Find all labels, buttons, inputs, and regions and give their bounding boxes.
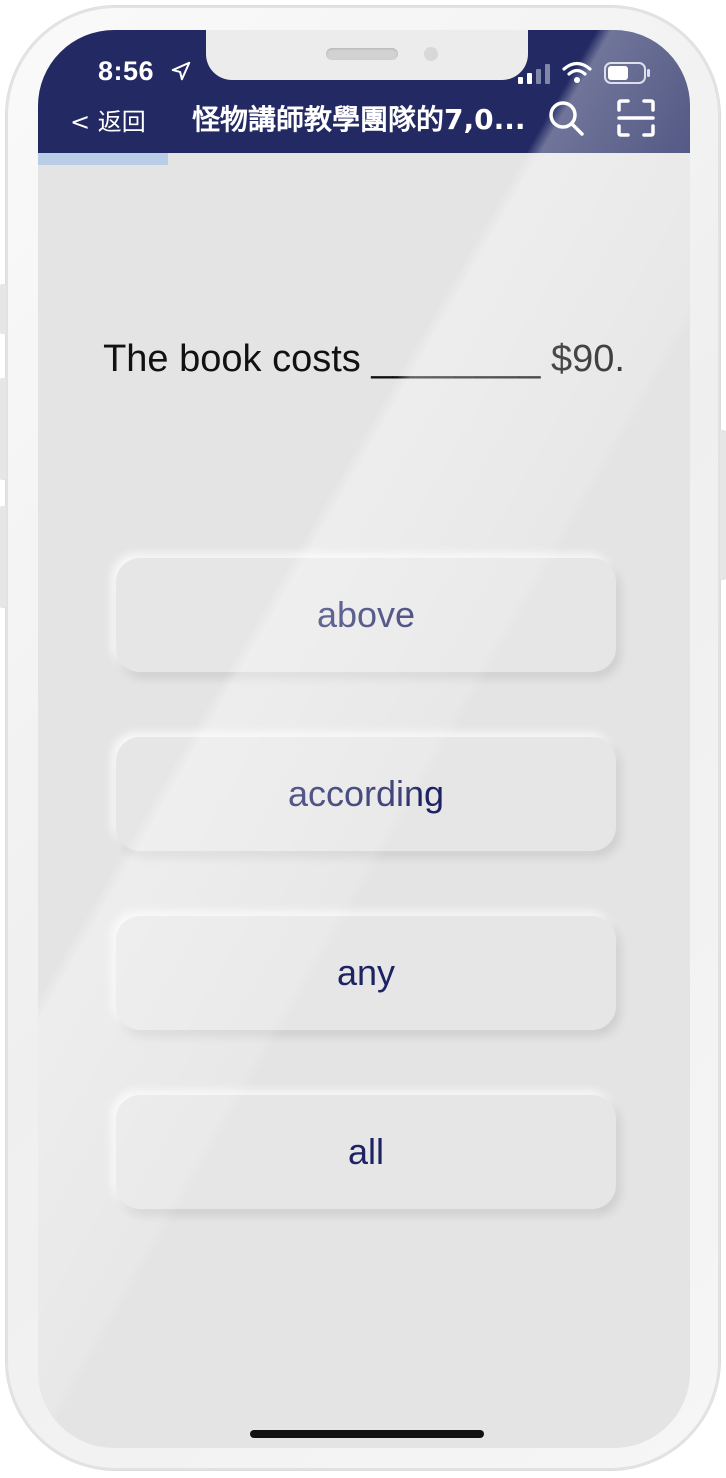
answer-option-above[interactable]: above (116, 558, 616, 672)
question-text: The book costs ________ $90. (103, 338, 625, 380)
wifi-icon (562, 61, 592, 83)
answer-option-according[interactable]: according (116, 737, 616, 851)
speaker-grille (326, 48, 398, 60)
search-icon[interactable] (546, 98, 586, 138)
back-button[interactable]: < 返回 (70, 102, 146, 137)
answer-options: above according any all (116, 558, 616, 1274)
answer-option-all[interactable]: all (116, 1095, 616, 1209)
status-time: 8:56 (98, 56, 155, 86)
notch (206, 30, 528, 80)
progress-fill (38, 153, 169, 165)
phone-screen: 8:56 < 返回 怪物講師教學團隊的7,0... The book costs… (38, 30, 690, 1448)
location-arrow-icon (171, 61, 191, 81)
home-indicator[interactable] (250, 1430, 484, 1438)
answer-option-any[interactable]: any (116, 916, 616, 1030)
volume-up-button (0, 378, 6, 480)
scan-icon[interactable] (616, 98, 656, 138)
mute-switch (0, 284, 6, 334)
progress-bar (38, 153, 690, 165)
front-camera (424, 47, 438, 61)
signal-icon (518, 64, 550, 84)
battery-icon (604, 62, 650, 84)
power-button (720, 430, 726, 580)
page-title: 怪物講師教學團隊的7,0... (192, 103, 526, 136)
header-bar: 8:56 < 返回 怪物講師教學團隊的7,0... (38, 30, 690, 153)
volume-down-button (0, 506, 6, 608)
